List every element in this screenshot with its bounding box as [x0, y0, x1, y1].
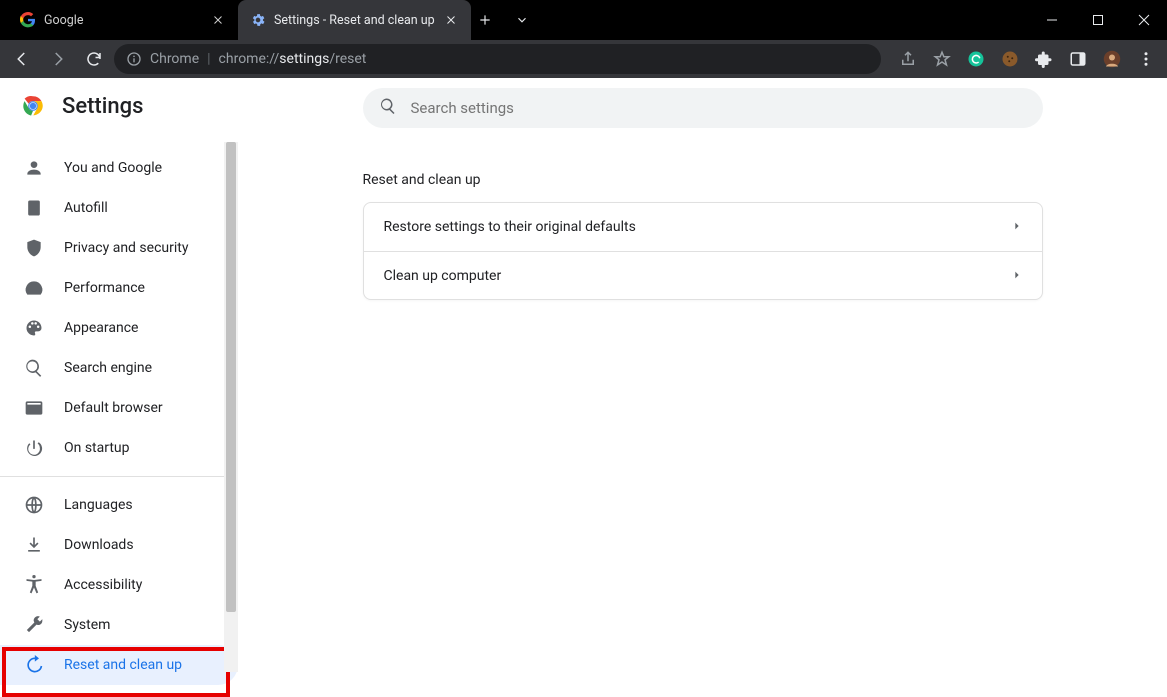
sidebar-scrollbar-thumb[interactable]	[226, 142, 236, 612]
sidebar-item-reset[interactable]: Reset and clean up	[0, 645, 238, 685]
google-favicon-icon	[20, 12, 36, 28]
palette-icon	[24, 318, 44, 338]
sidebar-item-label: Downloads	[64, 537, 134, 553]
globe-icon	[24, 495, 44, 515]
speedometer-icon	[24, 278, 44, 298]
titlebar: Google Settings - Reset and clean up	[0, 0, 1167, 40]
maximize-button[interactable]	[1075, 0, 1121, 40]
close-window-button[interactable]	[1121, 0, 1167, 40]
sidebar-item-label: Appearance	[64, 320, 138, 336]
forward-button[interactable]	[42, 43, 74, 75]
site-info-icon[interactable]	[126, 51, 142, 67]
sidebar-item-privacy[interactable]: Privacy and security	[0, 228, 238, 268]
minimize-button[interactable]	[1029, 0, 1075, 40]
url-path-bold: settings	[279, 51, 329, 67]
section-title: Reset and clean up	[363, 172, 1043, 188]
sidebar-item-languages[interactable]: Languages	[0, 485, 238, 525]
download-icon	[24, 535, 44, 555]
extension-grammarly-icon[interactable]	[961, 44, 991, 74]
sidebar-item-label: Languages	[64, 497, 133, 513]
settings-page: Settings You and Google Autofill Privacy…	[0, 78, 1167, 691]
chrome-menu-button[interactable]	[1131, 44, 1161, 74]
sidebar-item-label: You and Google	[64, 160, 162, 176]
tab-label: Settings - Reset and clean up	[274, 13, 435, 28]
sidebar-divider	[0, 476, 238, 477]
row-label: Clean up computer	[384, 268, 502, 284]
accessibility-icon	[24, 575, 44, 595]
window-controls	[1029, 0, 1167, 40]
chevron-right-icon	[1012, 219, 1022, 235]
sidebar-item-on-startup[interactable]: On startup	[0, 428, 238, 468]
sidebar-item-label: Search engine	[64, 360, 152, 376]
close-tab-icon[interactable]	[210, 12, 226, 28]
settings-favicon-icon	[250, 12, 266, 28]
back-button[interactable]	[6, 43, 38, 75]
url-path-suffix: /reset	[329, 51, 366, 67]
profile-avatar-icon[interactable]	[1097, 44, 1127, 74]
url-scheme: chrome://	[219, 51, 280, 67]
sidebar-item-label: On startup	[64, 440, 130, 456]
settings-sidebar: You and Google Autofill Privacy and secu…	[0, 78, 238, 691]
tab-label: Google	[44, 13, 202, 28]
restore-icon	[24, 655, 44, 675]
sidebar-item-you-and-google[interactable]: You and Google	[0, 148, 238, 188]
person-icon	[24, 158, 44, 178]
sidebar-item-label: Autofill	[64, 200, 108, 216]
search-icon	[379, 97, 397, 119]
row-cleanup-computer[interactable]: Clean up computer	[364, 251, 1042, 299]
toolbar-actions	[885, 44, 1161, 74]
sidebar-item-downloads[interactable]: Downloads	[0, 525, 238, 565]
row-restore-defaults[interactable]: Restore settings to their original defau…	[364, 203, 1042, 251]
tab-search-button[interactable]	[499, 0, 545, 40]
side-panel-button[interactable]	[1063, 44, 1093, 74]
reload-button[interactable]	[78, 43, 110, 75]
sidebar-item-search-engine[interactable]: Search engine	[0, 348, 238, 388]
tab-strip: Google Settings - Reset and clean up	[0, 0, 499, 40]
reset-card: Restore settings to their original defau…	[363, 202, 1043, 300]
sidebar-item-system[interactable]: System	[0, 605, 238, 645]
settings-search-input[interactable]	[411, 99, 1027, 117]
settings-search[interactable]	[363, 88, 1043, 128]
close-tab-icon[interactable]	[443, 12, 459, 28]
bookmark-button[interactable]	[927, 44, 957, 74]
share-button[interactable]	[893, 44, 923, 74]
extension-cookie-icon[interactable]	[995, 44, 1025, 74]
row-label: Restore settings to their original defau…	[384, 219, 636, 235]
extensions-button[interactable]	[1029, 44, 1059, 74]
tab-google[interactable]: Google	[8, 0, 238, 40]
sidebar-item-accessibility[interactable]: Accessibility	[0, 565, 238, 605]
sidebar-item-default-browser[interactable]: Default browser	[0, 388, 238, 428]
sidebar-item-label: Reset and clean up	[64, 657, 182, 673]
sidebar-item-label: Default browser	[64, 400, 163, 416]
tab-settings[interactable]: Settings - Reset and clean up	[238, 0, 471, 40]
sidebar-item-autofill[interactable]: Autofill	[0, 188, 238, 228]
sidebar-item-label: Privacy and security	[64, 240, 188, 256]
settings-content: Reset and clean up Restore settings to t…	[238, 78, 1167, 691]
url-host-label: Chrome	[150, 51, 199, 67]
sidebar-item-performance[interactable]: Performance	[0, 268, 238, 308]
browser-toolbar: Chrome | chrome://settings/reset	[0, 40, 1167, 78]
sidebar-scrollbar[interactable]	[224, 142, 238, 672]
sidebar-item-label: System	[64, 617, 110, 633]
wrench-icon	[24, 615, 44, 635]
power-icon	[24, 438, 44, 458]
sidebar-item-label: Performance	[64, 280, 145, 296]
autofill-icon	[24, 198, 44, 218]
browser-icon	[24, 398, 44, 418]
sidebar-item-label: Accessibility	[64, 577, 142, 593]
address-bar[interactable]: Chrome | chrome://settings/reset	[114, 44, 881, 74]
new-tab-button[interactable]	[471, 0, 499, 40]
sidebar-item-appearance[interactable]: Appearance	[0, 308, 238, 348]
chevron-right-icon	[1012, 268, 1022, 284]
search-icon	[24, 358, 44, 378]
shield-icon	[24, 238, 44, 258]
